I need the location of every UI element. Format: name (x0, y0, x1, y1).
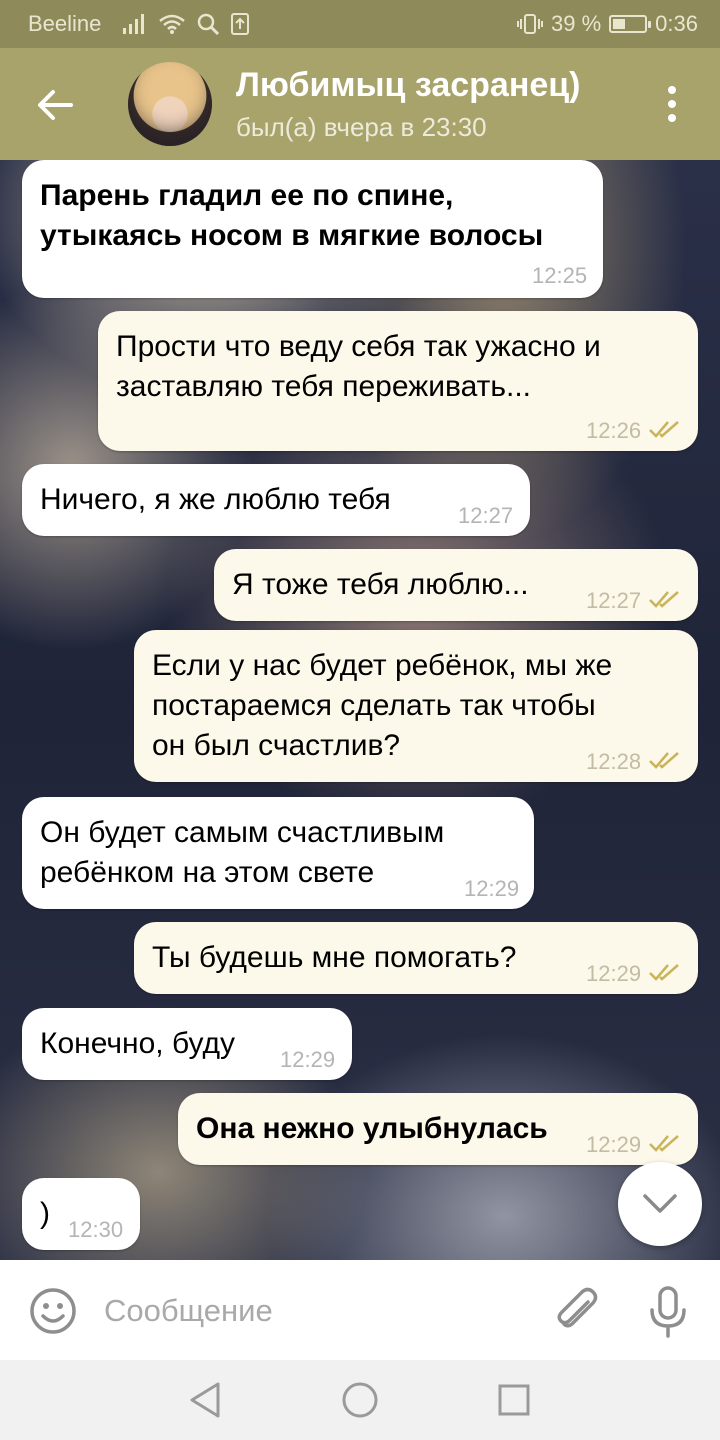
message-text: Парень гладил ее по спине, утыкаясь носо… (40, 179, 544, 252)
scroll-to-bottom-button[interactable] (618, 1162, 702, 1246)
message-text: Ты будешь мне помогать? (152, 941, 517, 974)
message-time: 12:29 (586, 1132, 642, 1157)
message-bubble[interactable]: Я тоже тебя люблю... 12:27 (214, 549, 698, 621)
message-bubble[interactable]: Ничего, я же люблю тебя 12:27 (22, 464, 530, 536)
message-list[interactable]: Парень гладил ее по спине, утыкаясь носо… (0, 160, 720, 1260)
battery-percent: 39 % (551, 11, 602, 36)
battery-fill (613, 19, 625, 29)
message-text: Ничего, я же люблю тебя (40, 483, 391, 516)
search-icon (197, 13, 220, 36)
chevron-down-icon (643, 1194, 677, 1213)
read-check-icon (649, 591, 679, 608)
message-time: 12:29 (464, 876, 520, 901)
message-text: Я тоже тебя люблю... (232, 568, 529, 601)
nav-home-icon[interactable] (340, 1380, 380, 1420)
message-time: 12:27 (586, 588, 642, 613)
vibrate-icon (517, 14, 544, 34)
status-right: 39 % 0:36 (517, 11, 698, 37)
message-time: 12:26 (586, 418, 642, 443)
message-time: 12:29 (586, 961, 642, 986)
last-seen-status: был(а) вчера в 23:30 (236, 112, 487, 142)
message-bubble[interactable]: Если у нас будет ребёнок, мы же постарае… (134, 630, 698, 782)
message-time: 12:28 (586, 749, 642, 774)
message-bubble[interactable]: Ты будешь мне помогать? 12:29 (134, 922, 698, 994)
battery-icon (609, 15, 652, 33)
message-bubble[interactable]: Прости что веду себя так ужасно и застав… (98, 311, 698, 451)
status-icons (122, 10, 250, 38)
more-vertical-icon (668, 86, 676, 94)
more-options-button[interactable] (650, 82, 694, 126)
read-check-icon (649, 964, 679, 981)
message-bubble[interactable]: Он будет самым счастливым ребёнком на эт… (22, 797, 534, 909)
message-time: 12:25 (532, 263, 588, 288)
read-check-icon (649, 752, 679, 769)
nav-recent-apps-icon[interactable] (494, 1380, 534, 1420)
message-time: 12:27 (458, 503, 514, 528)
message-bubble[interactable]: Конечно, буду 12:29 (22, 1008, 352, 1080)
message-text: Прости что веду себя так ужасно и застав… (116, 330, 601, 403)
message-text: ) (40, 1197, 50, 1230)
attach-button[interactable] (550, 1284, 604, 1338)
back-button[interactable] (30, 80, 80, 130)
read-check-icon (649, 1135, 679, 1152)
message-time: 12:30 (68, 1217, 124, 1242)
message-bubble[interactable]: Она нежно улыбнулась 12:29 (178, 1093, 698, 1165)
message-bubble[interactable]: ) 12:30 (22, 1178, 140, 1250)
message-text: Он будет самым счастливым ребёнком на эт… (40, 816, 445, 889)
chat-title[interactable]: Любимыц засранец) (236, 66, 581, 105)
status-bar: Beeline 39 % 0:36 (0, 0, 720, 48)
emoji-icon (30, 1288, 76, 1334)
clock: 0:36 (655, 11, 698, 36)
nav-back-icon[interactable] (186, 1380, 226, 1420)
system-nav-bar (0, 1360, 720, 1440)
voice-record-button[interactable] (644, 1284, 692, 1340)
carrier-name: Beeline (28, 11, 102, 36)
back-arrow-icon (38, 90, 73, 120)
message-text: Она нежно улыбнулась (196, 1112, 548, 1145)
signal-icon (123, 14, 144, 34)
upload-icon (231, 13, 249, 35)
emoji-button[interactable] (28, 1286, 78, 1336)
message-text: Конечно, буду (40, 1027, 235, 1060)
message-text: Если у нас будет ребёнок, мы же постарае… (152, 649, 613, 762)
avatar[interactable] (128, 62, 212, 146)
microphone-icon (650, 1286, 686, 1338)
message-bubble[interactable]: Парень гладил ее по спине, утыкаясь носо… (22, 160, 603, 298)
message-time: 12:29 (280, 1047, 336, 1072)
wifi-icon (159, 14, 185, 34)
message-input[interactable] (104, 1284, 524, 1338)
message-input-bar (0, 1260, 720, 1360)
chat-header: Любимыц засранец) был(а) вчера в 23:30 (0, 48, 720, 160)
paperclip-icon (557, 1287, 598, 1328)
read-check-icon (649, 421, 679, 438)
